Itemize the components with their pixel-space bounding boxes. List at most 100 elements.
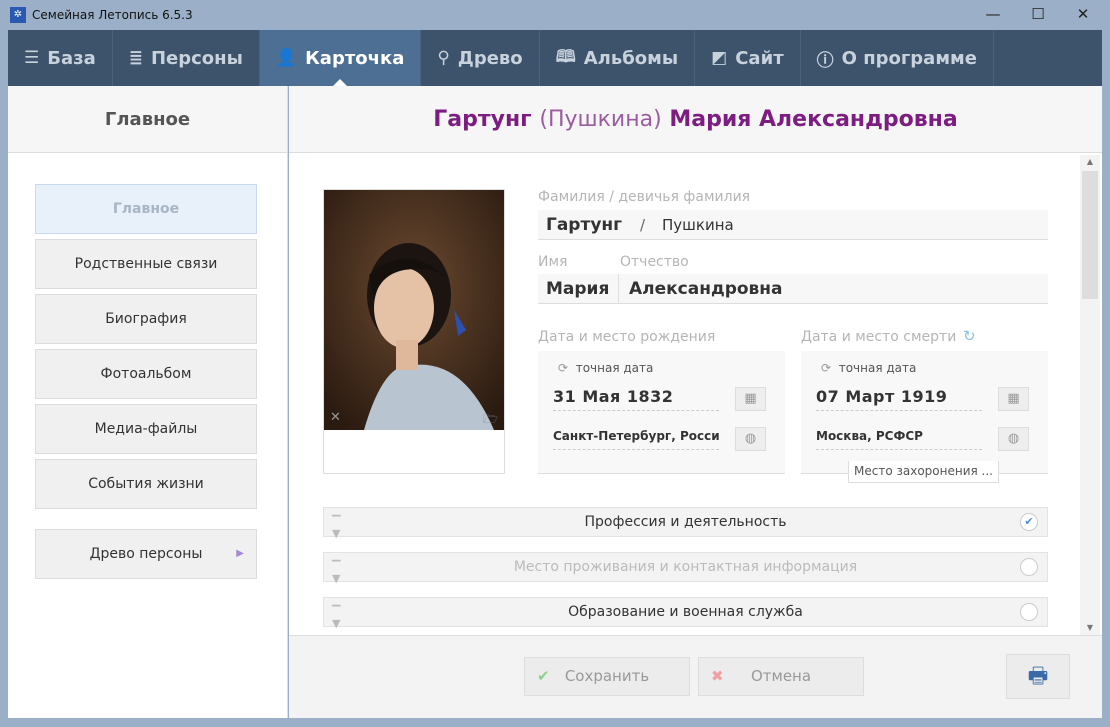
tree-icon: ⚲ [437,48,450,68]
open-folder-button[interactable]: 🗁 [483,410,498,431]
refresh-icon: ⟳ [821,361,832,375]
title-surname: Гартунг [433,107,532,132]
death-exact-toggle[interactable]: ⟳ точная дата [821,361,916,375]
globe-icon[interactable]: ◍ [735,427,766,451]
tab-5[interactable]: ◩ Сайт [695,30,801,86]
burial-place-button[interactable]: Место захоронения ... [848,461,999,483]
tab-2[interactable]: 👤 Карточка [259,30,422,86]
person-title: Гартунг (Пушкина) Мария Александровна [289,86,1102,153]
print-button[interactable]: 🖶 [1006,654,1070,699]
app-icon: ✲ [10,7,26,23]
maximize-button[interactable]: ☐ [1015,0,1061,30]
calendar-icon[interactable]: ▦ [735,387,766,411]
tab-label: Сайт [735,47,784,69]
sidebar-item-0[interactable]: Главное [35,184,257,234]
section-checkbox[interactable] [1020,603,1038,621]
footer: ✔ Сохранить ✖ Отмена 🖶 [289,635,1102,718]
calendar-icon[interactable]: ▦ [998,387,1029,411]
sidebar-item-6[interactable]: Древо персоны ▶ [35,529,257,579]
surname-label: Фамилия / девичья фамилия [538,189,751,205]
scroll-thumb[interactable] [1082,171,1098,299]
info-icon: ⓘ [816,50,834,71]
sidebar-item-label: События жизни [88,476,204,492]
save-button[interactable]: ✔ Сохранить [524,657,690,696]
cancel-label: Отмена [750,667,812,685]
surname-field[interactable]: Гартунг [546,215,622,235]
surname-separator: / [640,216,646,234]
save-label: Сохранить [564,667,650,685]
death-place-field[interactable]: Москва, РСФСР [816,429,982,450]
sidebar-item-1[interactable]: Родственные связи [35,239,257,289]
tab-4[interactable]: 🕮 Альбомы [540,30,696,86]
tab-label: Древо [457,47,523,69]
section-2[interactable]: ▔ ▼ Образование и военная служба [323,597,1048,630]
tab-1[interactable]: ≣ Персоны [113,30,260,86]
sidebar-item-4[interactable]: Медиа-файлы [35,404,257,454]
expand-icon: ▔ ▼ [332,605,341,630]
sidebar-item-label: Медиа-файлы [94,421,198,437]
main-nav: ☰ База ≣ Персоны 👤 Карточка ⚲ Древо 🕮 Альбомы ◩ Сай… [8,30,1102,86]
title-name: Мария Александровна [669,107,958,132]
section-label: Место проживания и контактная информация [513,559,858,575]
scrollbar[interactable]: ▲ ▼ [1080,155,1100,635]
tab-6[interactable]: ⓘ О программе [801,30,994,86]
sidebar-item-2[interactable]: Биография [35,294,257,344]
name-label: Имя [538,254,568,270]
section-0[interactable]: ▔ ▼ Профессия и деятельность ✔ [323,507,1048,540]
death-date-field[interactable]: 07 Март 1919 [816,387,982,411]
sidebar-item-label: Древо персоны [89,546,203,562]
x-icon: ✖ [711,667,724,685]
birth-place-field[interactable]: Санкт-Петербург, Россия [553,429,719,450]
birth-date-field[interactable]: 31 Мая 1832 [553,387,719,411]
section-1[interactable]: ▔ ▼ Место проживания и контактная информац… [323,552,1048,585]
section-label: Профессия и деятельность [584,514,787,530]
name-field[interactable]: Мария [546,279,609,299]
sidebar-title: Главное [8,86,287,153]
scroll-down-icon[interactable]: ▼ [1080,621,1100,635]
remove-photo-button[interactable]: ✕ [330,410,341,425]
arrow-right-icon: ▶ [236,548,244,559]
birth-label: Дата и место рождения [538,329,716,345]
sidebar-item-label: Главное [112,201,180,217]
sidebar-item-3[interactable]: Фотоальбом [35,349,257,399]
surname-row: Гартунг / Пушкина [538,210,1048,240]
tab-3[interactable]: ⚲ Древо [421,30,540,86]
globe-icon[interactable]: ◍ [998,427,1029,451]
check-icon: ✔ [537,667,550,685]
sidebar-item-label: Биография [105,311,187,327]
list-icon: ≣ [128,48,143,68]
person-icon: 👤 [275,48,298,68]
birth-box: ⟳ точная дата 31 Мая 1832 ▦ Санкт-Петерб… [538,351,785,474]
patronymic-field[interactable]: Александровна [629,279,783,299]
expand-icon: ▔ ▼ [332,515,341,540]
tab-label: Персоны [150,47,243,69]
sidebar-item-label: Родственные связи [74,256,218,272]
minimize-button[interactable]: — [970,0,1016,30]
tab-0[interactable]: ☰ База [8,30,113,86]
section-label: Образование и военная служба [568,604,803,620]
sidebar-item-label: Фотоальбом [100,366,192,382]
title-maiden: (Пушкина) [539,107,662,132]
sidebar-item-5[interactable]: События жизни [35,459,257,509]
refresh-icon: ⟳ [558,361,569,375]
maiden-field[interactable]: Пушкина [662,216,734,234]
death-label: Дата и место смерти [801,329,957,345]
sidebar: Главное [8,86,288,718]
reset-icon[interactable]: ↻ [963,327,976,345]
section-checkbox[interactable]: ✔ [1020,513,1038,531]
death-box: ⟳ точная дата 07 Март 1919 ▦ Москва, РСФ… [801,351,1048,483]
section-checkbox[interactable] [1020,558,1038,576]
portrait-photo[interactable] [324,190,504,430]
site-icon: ◩ [711,48,728,68]
scroll-up-icon[interactable]: ▲ [1080,155,1100,169]
cancel-button[interactable]: ✖ Отмена [698,657,864,696]
divider [618,274,619,304]
photo-frame: ✕ 🗁 [323,189,505,474]
tab-label: База [47,47,96,69]
birth-exact-toggle[interactable]: ⟳ точная дата [558,361,653,375]
name-row: Мария Александровна [538,274,1048,304]
close-button[interactable]: ✕ [1060,0,1106,30]
title-bar: ✲ Семейная Летопись 6.5.3 [0,0,1110,30]
tab-label: Карточка [305,47,405,69]
window-title: Семейная Летопись 6.5.3 [32,8,193,22]
